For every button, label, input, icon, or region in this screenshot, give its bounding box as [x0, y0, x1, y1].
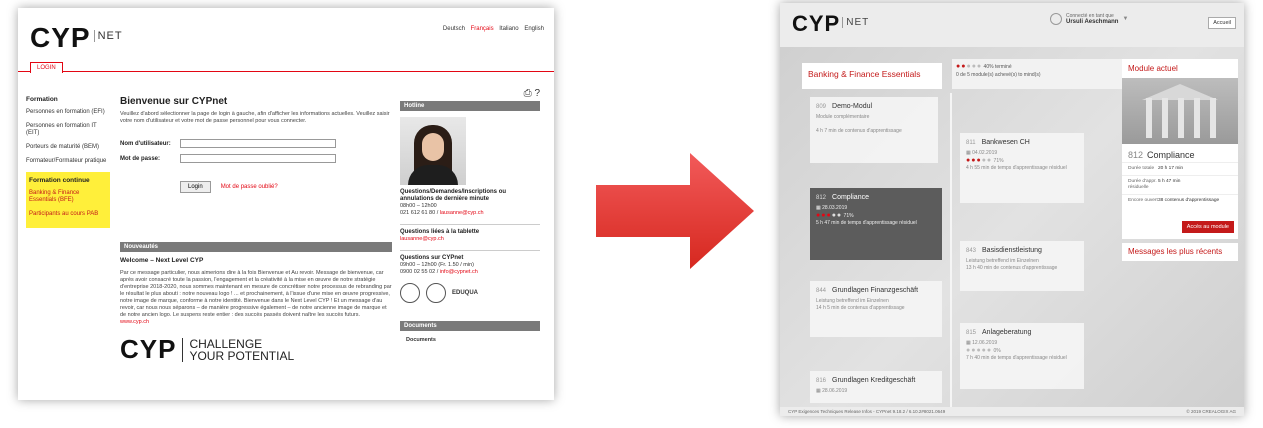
eduqua-logo: EDUQUA	[452, 290, 479, 296]
tablet-email-link[interactable]: lausanne@cyp.ch	[400, 236, 444, 242]
nav-bar: LOGIN	[18, 62, 554, 73]
lang-fr[interactable]: Français	[471, 26, 494, 32]
print-icon[interactable]: ⎙	[524, 88, 532, 99]
hotline-email-link[interactable]: lausanne@cyp.ch	[440, 210, 484, 216]
highlight-continuing-education: Formation continue Banking & Finance Ess…	[26, 172, 110, 228]
help-icon[interactable]: ?	[534, 88, 540, 99]
hotline-photo	[400, 117, 466, 185]
login-button[interactable]: Login	[180, 181, 211, 193]
certification-seal-icon-2	[426, 283, 446, 303]
login-main: Bienvenue sur CYPnet Veuillez d'abord sé…	[120, 96, 392, 193]
cyp-logo-large: CYP	[120, 334, 177, 364]
module-building-image	[1122, 78, 1238, 144]
calendar-icon: ▦ 28.06.2019	[816, 388, 848, 394]
arrow-right-icon	[596, 153, 754, 269]
welcome-text: Veuillez d'abord sélectionner la page de…	[120, 111, 390, 124]
news-link[interactable]: www.cyp.ch	[120, 319, 392, 326]
password-label: Mot de passe:	[120, 155, 161, 162]
username-label: Nom d'utilisateur:	[120, 140, 171, 147]
sidebar-item-bfe[interactable]: Banking & Finance Essentials (BFE)	[29, 190, 107, 204]
news-bar: Nouveautés	[120, 242, 392, 252]
certification-seal-icon	[400, 283, 420, 303]
sidebar-head-continue: Formation continue	[29, 177, 90, 184]
current-module-name: 812 Compliance	[1128, 150, 1195, 160]
sidebar-item-efi[interactable]: Personnes en formation (EFI)	[26, 109, 110, 116]
documents-bar: Documents	[400, 321, 540, 331]
header: CYP NET Deutsch Français Italiano English	[18, 8, 554, 60]
current-module-panel: Module actuel 812 Compliance Durée totale…	[1122, 59, 1238, 239]
module-card-809[interactable]: 809 Demo-Modul Module complémentaire 4 h …	[810, 97, 938, 163]
module-card-812-selected[interactable]: 812 Compliance ▦ 28.03.2019 ●●●●● 71% 5 h…	[810, 188, 942, 260]
recent-messages-heading: Messages les plus récents	[1122, 243, 1238, 261]
sidebar-head-formation: Formation	[26, 96, 58, 103]
current-module-heading: Module actuel	[1128, 64, 1178, 73]
kv-total: Durée totale 20 h 17 min	[1122, 162, 1238, 175]
kv-remaining: Durée d'appr. résiduelle 5 h 47 min	[1122, 175, 1238, 194]
print-help-icons: ⎙ ?	[524, 88, 540, 99]
copyright: © 2019 CREALOGIX AG	[1186, 409, 1236, 414]
module-card-815[interactable]: 815 Anlageberatung ▦ 12.06.2019 ●●●●● 0% …	[960, 323, 1084, 389]
language-switcher: Deutsch Français Italiano English	[439, 26, 544, 32]
sidebar-item-bem[interactable]: Porteurs de maturité (BEM)	[26, 144, 110, 151]
lang-it[interactable]: Italiano	[499, 26, 518, 32]
sidebar: Formation Personnes en formation (EFI) P…	[26, 94, 110, 228]
avatar	[1050, 13, 1062, 25]
tablet-info: Questions liées à la tablette lausanne@c…	[400, 229, 480, 242]
tagline: CHALLENGE YOUR POTENTIAL	[182, 337, 294, 362]
cypnet-email-link[interactable]: info@cypnet.ch	[440, 269, 478, 275]
password-row: Mot de passe:	[120, 154, 392, 163]
sidebar-item-pab[interactable]: Participants au cours PAB	[29, 211, 107, 218]
footer: CYP Exigences Techniques Release Infos -…	[780, 407, 1244, 416]
timeline-line	[950, 93, 952, 408]
course-progress: ●●●●● 40% terminé 0 de 5 module(s) achev…	[952, 59, 1122, 89]
lang-de[interactable]: Deutsch	[443, 26, 465, 32]
cyp-logo[interactable]: CYP NET	[792, 11, 870, 37]
username-row: Nom d'utilisateur:	[120, 139, 392, 148]
sidebar-item-formateur[interactable]: Formateur/Formateur pratique	[26, 158, 110, 165]
hotline-bar: Hotline	[400, 101, 540, 111]
tab-login[interactable]: LOGIN	[30, 62, 63, 73]
calendar-icon: ▦ 04.02.2019	[966, 150, 998, 156]
calendar-icon: ▦ 28.03.2019	[816, 205, 848, 211]
old-cypnet-login-screenshot: CYP NET Deutsch Français Italiano English…	[18, 8, 554, 400]
top-bar: CYP NET Connecté en tant que Ursuli Aeschm…	[780, 3, 1244, 47]
course-title: Banking & Finance Essentials	[802, 63, 942, 89]
chevron-down-icon: ▼	[1122, 16, 1129, 22]
news-text: Par ce message particulier, nous aimerio…	[120, 270, 392, 318]
access-module-button[interactable]: Accès au module	[1181, 221, 1234, 233]
lang-en[interactable]: English	[524, 26, 544, 32]
cyp-logo[interactable]: CYP NET	[30, 22, 123, 54]
module-card-816[interactable]: 816 Grundlagen Kreditgeschäft ▦ 28.06.201…	[810, 371, 942, 403]
page-title: Bienvenue sur CYPnet	[120, 96, 228, 107]
challenge-logo: CYP CHALLENGE YOUR POTENTIAL	[120, 334, 392, 365]
progress-dots: ●●●●●	[956, 63, 983, 70]
documents-link[interactable]: Documents	[400, 337, 540, 344]
new-cypnet-dashboard-screenshot: CYP NET Connecté en tant que Ursuli Aeschm…	[780, 3, 1244, 416]
footer-links[interactable]: CYP Exigences Techniques Release Infos -…	[788, 409, 945, 414]
calendar-icon: ▦ 12.06.2019	[966, 340, 998, 346]
login-actions: Login Mot de passe oublié?	[120, 181, 392, 193]
home-button[interactable]: Accueil	[1208, 17, 1236, 29]
sidebar-item-eit[interactable]: Personnes en formation IT (EIT)	[26, 123, 110, 137]
certification-badges: EDUQUA	[400, 283, 540, 303]
module-card-844[interactable]: 844 Grundlagen Finanzgeschäft Leistung be…	[810, 281, 942, 337]
user-name: Ursuli Aeschmann	[1066, 19, 1119, 25]
username-input[interactable]	[180, 139, 336, 148]
news-section: Nouveautés Welcome – Next Level CYP Par …	[120, 242, 392, 365]
right-column: Hotline Questions/Demandes/Inscriptions …	[400, 101, 540, 351]
module-card-811[interactable]: 811 Bankwesen CH ▦ 04.02.2019 ●●●●● 71% 4…	[960, 133, 1084, 203]
news-title: Welcome – Next Level CYP	[120, 257, 204, 264]
user-menu[interactable]: Connecté en tant que Ursuli Aeschmann ▼	[1050, 13, 1128, 25]
forgot-password-link[interactable]: Mot de passe oublié?	[221, 184, 278, 190]
module-card-843[interactable]: 843 Basisdienstleistung Leistung betreffe…	[960, 241, 1084, 291]
hotline-info: Questions/Demandes/Inscriptions ou annul…	[400, 189, 507, 216]
kv-open: Encore ouvert 38 contenus d'apprentissage	[1122, 194, 1238, 207]
cypnet-info: Questions sur CYPnet 09h00 – 12h00 (Fr. …	[400, 255, 478, 275]
password-input[interactable]	[180, 154, 336, 163]
